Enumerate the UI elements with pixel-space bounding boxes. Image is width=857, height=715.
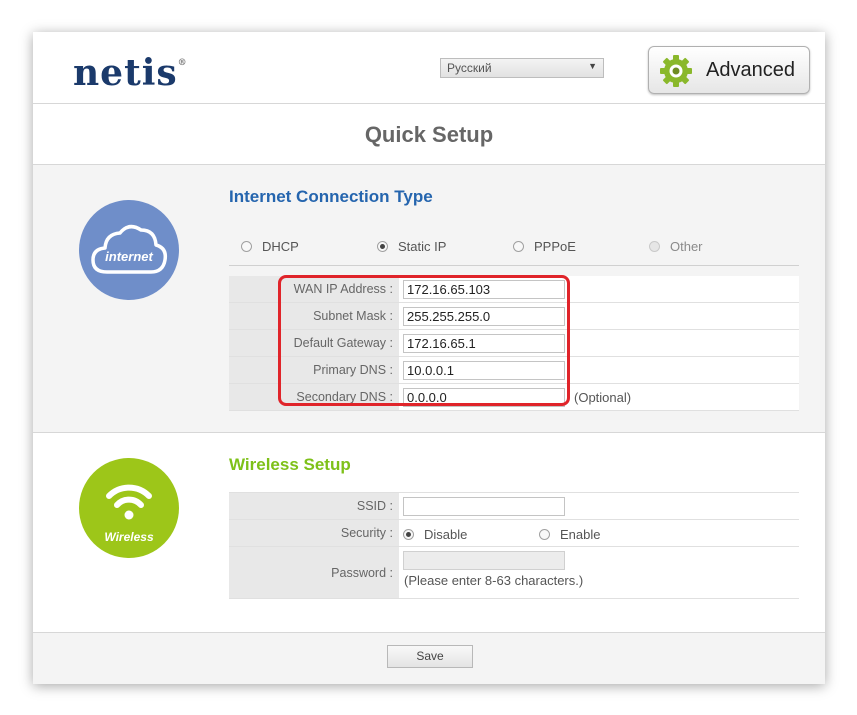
radio-pppoe-circle	[513, 241, 524, 252]
highlight-box	[278, 275, 570, 406]
radio-dhcp-circle	[241, 241, 252, 252]
wireless-setup-title: Wireless Setup	[229, 455, 351, 474]
internet-cloud-icon: internet	[79, 200, 179, 300]
security-row: Security : Disable Enable	[229, 520, 799, 547]
wireless-form: SSID : Security : Disable Enable Passwor…	[229, 492, 799, 599]
radio-security-disable-circle	[403, 529, 414, 540]
footer: Save	[33, 633, 825, 684]
password-input[interactable]	[403, 551, 565, 570]
save-button[interactable]: Save	[387, 645, 473, 668]
netis-logo: netis®	[73, 52, 187, 94]
radio-security-disable[interactable]: Disable	[403, 527, 467, 542]
radio-static-ip-label: Static IP	[398, 239, 447, 254]
language-select-value: Русский	[447, 61, 492, 75]
chevron-down-icon: ▼	[588, 61, 597, 71]
radio-other[interactable]: Other	[649, 239, 703, 254]
radio-security-enable-circle	[539, 529, 550, 540]
page-title-bar: Quick Setup	[33, 104, 825, 165]
page-title: Quick Setup	[364, 122, 494, 147]
language-select[interactable]: Русский ▼	[440, 58, 604, 78]
secondary-dns-optional-note: (Optional)	[574, 390, 632, 405]
radio-other-label: Other	[670, 239, 703, 254]
advanced-button[interactable]: Advanced	[648, 46, 810, 94]
ssid-input[interactable]	[403, 497, 565, 516]
advanced-button-label: Advanced	[706, 59, 795, 81]
gear-icon	[660, 55, 692, 87]
wireless-section: Wireless Wireless Setup SSID : Security …	[33, 433, 825, 633]
radio-pppoe-label: PPPoE	[534, 239, 576, 254]
password-hint: (Please enter 8-63 characters.)	[404, 573, 584, 588]
radio-dhcp[interactable]: DHCP	[241, 239, 299, 254]
wireless-wifi-icon: Wireless	[79, 458, 179, 558]
internet-connection-type-title: Internet Connection Type	[229, 187, 433, 206]
radio-security-enable-label: Enable	[560, 527, 601, 542]
radio-pppoe[interactable]: PPPoE	[513, 239, 576, 254]
radio-static-ip[interactable]: Static IP	[377, 239, 446, 254]
radio-static-ip-circle	[377, 241, 388, 252]
router-setup-window: netis® Русский ▼ Advanced Quick Setup in…	[33, 32, 825, 684]
ssid-row: SSID :	[229, 493, 799, 520]
internet-icon-label: internet	[105, 249, 153, 264]
radio-dhcp-label: DHCP	[262, 239, 299, 254]
ssid-label: SSID :	[229, 493, 399, 519]
radio-security-disable-label: Disable	[424, 527, 468, 542]
wireless-icon-label: Wireless	[104, 530, 154, 544]
security-label: Security :	[229, 520, 399, 546]
radio-security-enable[interactable]: Enable	[539, 527, 600, 542]
password-label: Password :	[229, 547, 399, 598]
header: netis® Русский ▼ Advanced	[33, 32, 825, 104]
password-row: Password : (Please enter 8-63 characters…	[229, 547, 799, 599]
connection-type-radio-group: DHCP Static IP PPPoE Other	[229, 230, 799, 266]
radio-other-circle	[649, 241, 660, 252]
